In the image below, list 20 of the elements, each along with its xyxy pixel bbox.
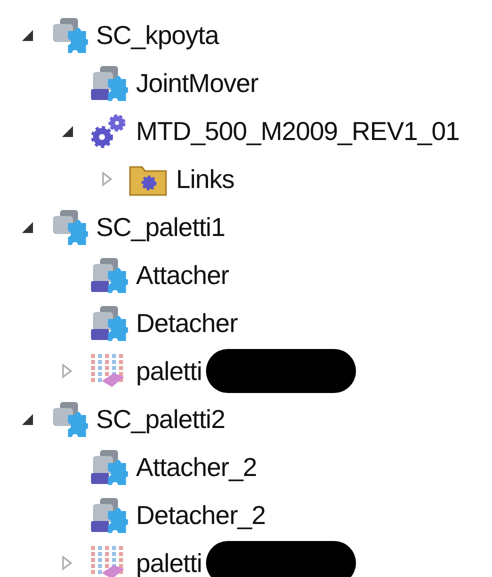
node-label[interactable]: paletti — [136, 358, 202, 384]
node-label[interactable]: Attacher_2 — [136, 454, 257, 480]
node-label[interactable]: JointMover — [136, 70, 258, 96]
node-label[interactable]: SC_paletti2 — [96, 406, 225, 432]
collapse-arrow-icon[interactable] — [60, 124, 74, 138]
node-label[interactable]: MTD_500_M2009_REV1_01 — [136, 118, 460, 144]
collapse-arrow-icon[interactable] — [20, 220, 34, 234]
collapse-arrow-icon[interactable] — [20, 412, 34, 426]
component-icon — [88, 303, 128, 343]
node-label[interactable]: Detacher — [136, 310, 238, 336]
node-label[interactable]: SC_kpoyta — [96, 22, 219, 48]
node-label[interactable]: SC_paletti1 — [96, 214, 225, 240]
component-icon — [88, 495, 128, 535]
node-label[interactable]: Attacher — [136, 262, 229, 288]
component-icon — [88, 63, 128, 103]
component-icon — [88, 255, 128, 295]
collapse-arrow-icon[interactable] — [20, 28, 34, 42]
component-icon — [88, 447, 128, 487]
node-label[interactable]: Detacher_2 — [136, 502, 266, 528]
node-label[interactable]: Links — [176, 166, 234, 192]
